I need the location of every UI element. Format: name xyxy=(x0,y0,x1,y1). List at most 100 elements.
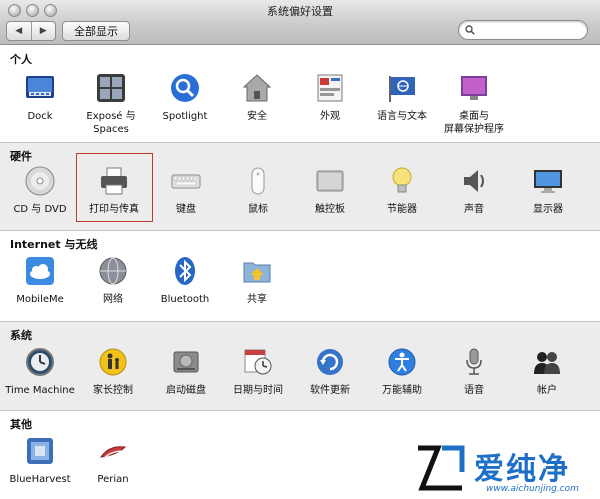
speaker-icon xyxy=(464,170,484,192)
pref-label: 启动磁盘 xyxy=(166,385,206,396)
pref-label: 安全 xyxy=(247,111,267,122)
pref-language-text[interactable]: 语言与文本 xyxy=(364,72,440,123)
search-input[interactable] xyxy=(479,23,583,38)
pref-label: Dock xyxy=(27,111,53,122)
printer-icon xyxy=(101,167,127,195)
pref-label: BlueHarvest xyxy=(9,474,71,485)
watermark: 爱纯净 www.aichunjing.com xyxy=(400,438,600,499)
blueharvest-icon xyxy=(27,438,53,464)
pref-sharing[interactable]: 共享 xyxy=(219,255,295,306)
pref-energy-saver[interactable]: 节能器 xyxy=(364,165,440,216)
pref-keyboard[interactable]: 键盘 xyxy=(148,165,224,216)
window-title: 系统偏好设置 xyxy=(267,5,333,18)
pref-label: 日期与时间 xyxy=(233,385,283,396)
section-hardware: 硬件 CD 与 DVD 打印与传真 键盘 鼠标 触控板 节能器 声音 显示器 xyxy=(0,143,600,230)
window-titlebar: 系统偏好设置 ◀ ▶ 全部显示 xyxy=(0,0,600,45)
pref-label: 打印与传真 xyxy=(89,204,139,215)
pref-label: 网络 xyxy=(103,294,123,305)
pref-time-machine[interactable]: Time Machine xyxy=(2,346,78,397)
pref-label: 显示器 xyxy=(533,204,563,215)
pref-dock[interactable]: Dock xyxy=(2,72,78,123)
pref-speech[interactable]: 语音 xyxy=(436,346,512,397)
trackpad-icon xyxy=(316,170,344,192)
section-system: 系统 Time Machine 家长控制 启动磁盘 日期与时间 软件更新 万能辅… xyxy=(0,322,600,410)
network-globe-icon xyxy=(99,257,127,285)
software-update-icon xyxy=(317,349,343,375)
dock-icon xyxy=(26,76,54,98)
pref-label: 帐户 xyxy=(537,385,557,396)
pref-universal-access[interactable]: 万能辅助 xyxy=(364,346,440,397)
pref-mobileme[interactable]: MobileMe xyxy=(2,255,78,306)
section-title: Internet 与无线 xyxy=(10,238,98,251)
cloud-icon xyxy=(26,257,54,285)
microphone-icon xyxy=(466,348,482,375)
pref-label: 家长控制 xyxy=(93,385,133,396)
pref-label: Bluetooth xyxy=(160,294,210,305)
section-internet-wireless: Internet 与无线 MobileMe 网络 Bluetooth 共享 xyxy=(0,231,600,321)
section-title: 其他 xyxy=(10,418,32,431)
forward-button[interactable]: ▶ xyxy=(30,22,56,40)
back-button[interactable]: ◀ xyxy=(7,22,31,40)
nav-buttons: ◀ ▶ xyxy=(6,21,56,41)
pref-label: 软件更新 xyxy=(310,385,350,396)
pref-date-time[interactable]: 日期与时间 xyxy=(220,346,296,397)
pref-accounts[interactable]: 帐户 xyxy=(509,346,585,397)
date-time-icon xyxy=(244,349,272,375)
watermark-text: 爱纯净 xyxy=(474,452,570,487)
pref-label: 万能辅助 xyxy=(382,385,422,396)
pref-label: 语音 xyxy=(464,385,484,396)
cd-dvd-icon xyxy=(25,166,55,196)
pref-blueharvest[interactable]: BlueHarvest xyxy=(2,435,78,486)
pref-perian[interactable]: Perian xyxy=(75,435,151,486)
pref-label: CD 与 DVD xyxy=(13,204,67,215)
pref-label: 声音 xyxy=(464,204,484,215)
expose-icon xyxy=(97,74,125,102)
show-all-button[interactable]: 全部显示 xyxy=(62,21,130,41)
display-icon xyxy=(534,170,562,193)
pref-parental-controls[interactable]: 家长控制 xyxy=(75,346,151,397)
pref-label: Time Machine xyxy=(5,385,75,396)
pref-label: 语言与文本 xyxy=(377,111,427,122)
perian-icon xyxy=(99,446,127,460)
time-machine-icon xyxy=(26,348,54,376)
lightbulb-icon xyxy=(392,167,412,193)
pref-expose-spaces[interactable]: Exposé 与 Spaces xyxy=(73,72,149,136)
appearance-icon xyxy=(317,74,343,102)
parental-controls-icon xyxy=(99,348,127,376)
pref-cd-dvd[interactable]: CD 与 DVD xyxy=(2,165,78,216)
pref-mouse[interactable]: 鼠标 xyxy=(220,165,296,216)
watermark-logo-icon xyxy=(418,445,465,491)
pref-software-update[interactable]: 软件更新 xyxy=(292,346,368,397)
pref-displays[interactable]: 显示器 xyxy=(510,165,586,216)
pref-label: 节能器 xyxy=(387,204,417,215)
search-icon xyxy=(465,25,475,35)
pref-sound[interactable]: 声音 xyxy=(436,165,512,216)
keyboard-icon xyxy=(171,174,201,189)
section-title: 个人 xyxy=(10,53,32,66)
pref-startup-disk[interactable]: 启动磁盘 xyxy=(148,346,224,397)
pref-label: 桌面与 屏幕保护程序 xyxy=(444,111,504,135)
accounts-icon xyxy=(534,352,560,374)
pref-bluetooth[interactable]: Bluetooth xyxy=(147,255,223,306)
pref-desktop-screensaver[interactable]: 桌面与 屏幕保护程序 xyxy=(436,72,512,136)
sharing-folder-icon xyxy=(243,262,271,283)
startup-disk-icon xyxy=(173,351,199,373)
pref-label: 鼠标 xyxy=(248,204,268,215)
watermark-url: www.aichunjing.com xyxy=(486,484,579,494)
security-house-icon xyxy=(242,74,272,102)
spotlight-icon xyxy=(171,74,199,102)
pref-appearance[interactable]: 外观 xyxy=(292,72,368,123)
pref-label: 外观 xyxy=(320,111,340,122)
search-field[interactable] xyxy=(458,20,588,40)
section-title: 系统 xyxy=(10,329,32,342)
pref-trackpad[interactable]: 触控板 xyxy=(292,165,368,216)
pref-security[interactable]: 安全 xyxy=(219,72,295,123)
pref-label: 键盘 xyxy=(176,204,196,215)
pref-print-fax[interactable]: 打印与传真 xyxy=(76,165,152,216)
pref-network[interactable]: 网络 xyxy=(75,255,151,306)
pref-label: 共享 xyxy=(247,294,267,305)
pref-spotlight[interactable]: Spotlight xyxy=(147,72,223,123)
accessibility-icon xyxy=(388,348,416,376)
language-flag-icon xyxy=(389,76,415,102)
mouse-icon xyxy=(251,167,265,195)
